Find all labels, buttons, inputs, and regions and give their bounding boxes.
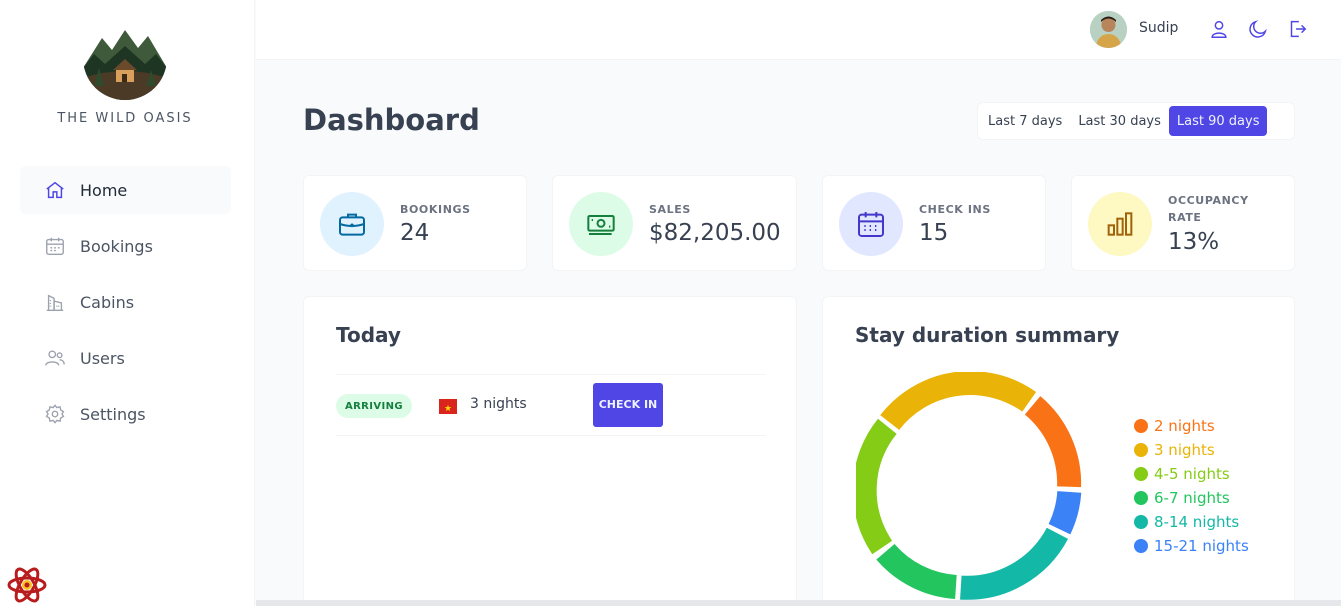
sidebar-item-settings[interactable]: Settings xyxy=(20,390,231,438)
top-header: Sudip xyxy=(256,0,1341,60)
stat-icon-wrapper xyxy=(1088,192,1152,256)
legend-dot xyxy=(1134,491,1148,505)
user-account-icon[interactable] xyxy=(1208,18,1230,40)
calendar-icon xyxy=(46,237,64,255)
legend-label: 15-21 nights xyxy=(1154,537,1249,555)
legend-dot xyxy=(1134,539,1148,553)
stat-icon-wrapper xyxy=(569,192,633,256)
legend-label: 4-5 nights xyxy=(1154,465,1230,483)
users-icon xyxy=(45,350,65,366)
donut-segment-8-14-nights xyxy=(960,527,1069,600)
stay-duration-donut-chart xyxy=(856,372,1082,600)
sidebar-item-cabins[interactable]: Cabins xyxy=(20,278,231,326)
legend-item: 2 nights xyxy=(1134,414,1249,438)
legend-label: 8-14 nights xyxy=(1154,513,1240,531)
sidebar-item-label: Settings xyxy=(80,404,146,424)
briefcase-icon xyxy=(339,213,365,236)
logout-icon[interactable] xyxy=(1286,18,1308,40)
sidebar-item-label: Cabins xyxy=(80,292,135,312)
sidebar-item-users[interactable]: Users xyxy=(20,334,231,382)
legend-dot xyxy=(1134,443,1148,457)
legend-dot xyxy=(1134,515,1148,529)
stat-card-bookings: BOOKINGS 24 xyxy=(303,175,527,271)
stat-value: 15 xyxy=(919,220,949,246)
country-flag-icon xyxy=(439,399,457,414)
stat-card-occupancy-rate: OCCUPANCY RATE 13% xyxy=(1071,175,1295,271)
chart-legend: 2 nights 3 nights 4-5 nights 6-7 nights … xyxy=(1134,414,1249,558)
stay-nights: 3 nights xyxy=(470,396,527,412)
donut-segment-3-nights xyxy=(880,372,1037,431)
legend-item: 15-21 nights xyxy=(1134,534,1249,558)
sidebar-item-home[interactable]: Home xyxy=(20,166,231,214)
donut-segment-2-nights xyxy=(1024,396,1082,488)
check-in-button[interactable]: CHECK IN xyxy=(593,383,663,427)
calendar-days-icon xyxy=(858,212,884,237)
main-nav: Home Bookings Cabins Users Settings xyxy=(20,166,231,446)
stat-icon-wrapper xyxy=(320,192,384,256)
sidebar-item-label: Home xyxy=(80,180,128,200)
chart-bar-icon xyxy=(1107,212,1133,236)
filter-last-30-days[interactable]: Last 30 days xyxy=(1070,106,1169,136)
stat-label: CHECK INS xyxy=(919,203,991,216)
home-icon xyxy=(46,181,64,199)
status-badge: ARRIVING xyxy=(336,394,412,418)
sidebar-item-label: Users xyxy=(80,348,125,368)
legend-item: 8-14 nights xyxy=(1134,510,1249,534)
legend-item: 6-7 nights xyxy=(1134,486,1249,510)
date-range-filter: Last 7 days Last 30 days Last 90 days xyxy=(977,102,1295,140)
stat-value: $82,205.00 xyxy=(649,220,781,246)
stat-label-line-2: RATE xyxy=(1168,211,1202,224)
gear-icon xyxy=(45,404,65,424)
username: Sudip xyxy=(1139,20,1179,36)
panel-title: Stay duration summary xyxy=(855,323,1120,347)
stat-card-check-ins: CHECK INS 15 xyxy=(822,175,1046,271)
avatar[interactable] xyxy=(1090,11,1127,48)
filter-last-90-days[interactable]: Last 90 days xyxy=(1168,106,1268,136)
brand-name: THE WILD OASIS xyxy=(57,111,193,126)
avatar-image xyxy=(1090,11,1127,48)
stat-card-sales: SALES $82,205.00 xyxy=(552,175,797,271)
dark-mode-moon-icon[interactable] xyxy=(1247,18,1269,40)
sidebar-item-label: Bookings xyxy=(80,236,153,256)
stat-label: SALES xyxy=(649,203,691,216)
panel-title: Today xyxy=(336,323,401,347)
stat-label-line-1: OCCUPANCY xyxy=(1168,194,1249,207)
donut-segment-6-7-nights xyxy=(876,543,958,599)
banknotes-icon xyxy=(587,215,615,235)
legend-item: 4-5 nights xyxy=(1134,462,1249,486)
horizontal-scrollbar[interactable] xyxy=(256,600,1341,606)
legend-dot xyxy=(1134,467,1148,481)
legend-label: 6-7 nights xyxy=(1154,489,1230,507)
filter-last-7-days[interactable]: Last 7 days xyxy=(980,106,1070,136)
stat-value: 13% xyxy=(1168,229,1220,255)
sidebar: THE WILD OASIS Home Bookings Cabins User… xyxy=(0,0,255,606)
page-title: Dashboard xyxy=(303,103,480,137)
legend-dot xyxy=(1134,419,1148,433)
stat-icon-wrapper xyxy=(839,192,903,256)
stat-label: BOOKINGS xyxy=(400,203,471,216)
legend-label: 2 nights xyxy=(1154,417,1215,435)
building-icon xyxy=(46,294,64,311)
wild-oasis-logo xyxy=(83,28,167,100)
legend-item: 3 nights xyxy=(1134,438,1249,462)
today-panel: Today ARRIVING 3 nights CHECK IN xyxy=(303,296,797,606)
stat-value: 24 xyxy=(400,220,430,246)
react-devtools-icon[interactable] xyxy=(6,566,48,604)
donut-segment-15-21-nights xyxy=(1048,490,1082,535)
legend-label: 3 nights xyxy=(1154,441,1215,459)
list-item: ARRIVING 3 nights CHECK IN xyxy=(336,374,766,436)
donut-segment-4-5-nights xyxy=(856,418,897,555)
sidebar-item-bookings[interactable]: Bookings xyxy=(20,222,231,270)
